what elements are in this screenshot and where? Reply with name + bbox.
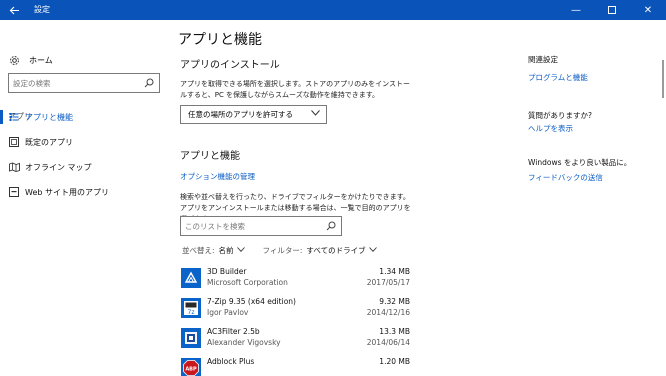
sort-filter-row: 並べ替え: 名前 フィルター: すべてのドライブ bbox=[182, 243, 377, 257]
features-heading: アプリと機能 bbox=[180, 151, 240, 162]
chevron-down-icon bbox=[311, 109, 320, 118]
app-name: 7-Zip 9.35 (x64 edition) bbox=[207, 297, 296, 306]
app-name: Adblock Plus bbox=[207, 357, 255, 366]
sidebar: ホーム アプリ アプリと機能 既定のアプリ オフライン マップ Web サイト用… bbox=[0, 20, 170, 376]
install-source-value: 任意の場所のアプリを許可する bbox=[188, 110, 293, 119]
3d-builder-icon bbox=[181, 268, 201, 288]
filter-value[interactable]: すべてのドライブ bbox=[306, 245, 365, 256]
main-content: アプリと機能 アプリのインストール アプリを取得できる場所を選択します。ストアの… bbox=[170, 20, 520, 376]
app-install-date: 2014/12/16 bbox=[366, 308, 410, 317]
app-install-date: 2014/06/14 bbox=[366, 338, 410, 347]
install-description: アプリを取得できる場所を選択します。ストアのアプリのみをインストールすると、PC… bbox=[180, 80, 411, 99]
scrollbar[interactable] bbox=[660, 20, 666, 376]
apps-list-icon bbox=[8, 111, 20, 123]
app-list-search-input[interactable] bbox=[185, 220, 315, 232]
gear-icon bbox=[8, 54, 20, 66]
title-bar: 設定 — ✕ bbox=[0, 0, 666, 20]
map-icon bbox=[8, 161, 20, 173]
settings-search-box[interactable] bbox=[8, 73, 160, 93]
app-install-date: 2017/05/17 bbox=[366, 278, 410, 287]
chevron-down-icon[interactable] bbox=[236, 246, 245, 254]
sort-label: 並べ替え: bbox=[182, 245, 215, 255]
app-size: 1.20 MB bbox=[379, 357, 410, 366]
search-icon[interactable] bbox=[324, 219, 338, 233]
search-icon[interactable] bbox=[142, 76, 156, 90]
app-publisher: Igor Pavlov bbox=[207, 308, 249, 317]
app-publisher: Microsoft Corporation bbox=[207, 278, 288, 287]
chevron-down-icon[interactable] bbox=[368, 246, 377, 254]
related-settings-heading: 関連設定 bbox=[528, 55, 558, 64]
app-size: 1.34 MB bbox=[379, 267, 410, 276]
app-publisher: Alexander Vigovsky bbox=[207, 338, 281, 347]
default-apps-icon bbox=[8, 136, 20, 148]
maximize-icon bbox=[608, 6, 616, 14]
close-icon: ✕ bbox=[643, 4, 653, 16]
sidebar-item-label: Web サイト用のアプリ bbox=[25, 187, 109, 197]
app-list-item[interactable]: 7z 7-Zip 9.35 (x64 edition) Igor Pavlov … bbox=[180, 295, 416, 327]
app-size: 9.32 MB bbox=[379, 297, 410, 306]
app-size: 13.3 MB bbox=[379, 327, 410, 336]
get-help-link[interactable]: ヘルプを表示 bbox=[528, 123, 573, 134]
related-settings-panel: 関連設定 プログラムと機能 質問がありますか? ヘルプを表示 Windows を… bbox=[520, 20, 660, 376]
web-apps-icon bbox=[8, 186, 20, 198]
optional-features-link[interactable]: オプション機能の管理 bbox=[180, 171, 255, 182]
install-heading: アプリのインストール bbox=[180, 60, 280, 71]
sidebar-item-web-apps[interactable]: Web サイト用のアプリ bbox=[0, 180, 170, 204]
sort-value[interactable]: 名前 bbox=[219, 245, 234, 256]
scrollbar-thumb[interactable] bbox=[662, 60, 664, 98]
sidebar-item-label: アプリと機能 bbox=[25, 112, 73, 122]
app-list-search-box[interactable] bbox=[180, 216, 342, 236]
svg-text:7z: 7z bbox=[188, 309, 195, 316]
sidebar-home[interactable]: ホーム bbox=[8, 52, 53, 68]
app-name: AC3Filter 2.5b bbox=[207, 327, 260, 336]
question-heading: 質問がありますか? bbox=[528, 111, 592, 120]
app-list-item[interactable]: AC3Filter 2.5b Alexander Vigovsky 13.3 M… bbox=[180, 325, 416, 357]
close-button[interactable]: ✕ bbox=[630, 0, 666, 20]
svg-text:ABP: ABP bbox=[185, 367, 197, 373]
install-source-dropdown[interactable]: 任意の場所のアプリを許可する bbox=[180, 105, 327, 124]
minimize-button[interactable]: — bbox=[558, 0, 594, 20]
sidebar-item-label: オフライン マップ bbox=[25, 162, 92, 172]
app-name: 3D Builder bbox=[207, 267, 247, 276]
active-indicator bbox=[0, 110, 3, 124]
minimize-icon: — bbox=[571, 4, 581, 16]
sidebar-item-offline-maps[interactable]: オフライン マップ bbox=[0, 155, 170, 179]
ac3filter-icon bbox=[181, 328, 201, 348]
sidebar-item-apps-features[interactable]: アプリと機能 bbox=[0, 105, 170, 129]
adblock-plus-icon: ABP bbox=[181, 358, 201, 376]
send-feedback-link[interactable]: フィードバックの送信 bbox=[528, 172, 603, 183]
sidebar-item-default-apps[interactable]: 既定のアプリ bbox=[0, 130, 170, 154]
app-list-item[interactable]: 3D Builder Microsoft Corporation 1.34 MB… bbox=[180, 265, 416, 297]
page-title: アプリと機能 bbox=[178, 32, 262, 48]
sidebar-item-label: 既定のアプリ bbox=[25, 137, 73, 147]
maximize-button[interactable] bbox=[594, 0, 630, 20]
improve-windows-heading: Windows をより良い製品に。 bbox=[528, 158, 632, 167]
filter-label: フィルター: bbox=[262, 245, 303, 255]
7zip-icon: 7z bbox=[181, 298, 201, 318]
back-arrow-icon[interactable] bbox=[0, 0, 28, 20]
settings-search-input[interactable] bbox=[13, 77, 139, 89]
window-title: 設定 bbox=[34, 5, 50, 14]
sidebar-home-label: ホーム bbox=[29, 55, 53, 65]
app-list-item[interactable]: ABP Adblock Plus 1.20 MB bbox=[180, 355, 416, 376]
programs-features-link[interactable]: プログラムと機能 bbox=[528, 72, 588, 83]
